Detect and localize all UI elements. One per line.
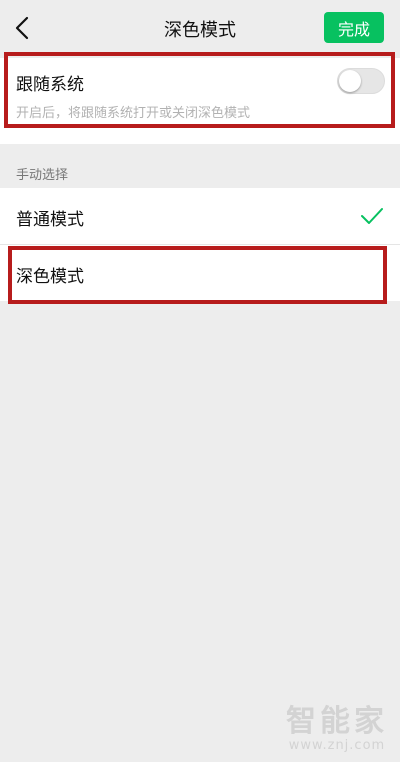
done-button[interactable]: 完成 (324, 12, 384, 43)
follow-system-toggle[interactable] (337, 68, 385, 94)
watermark-logo: 智能家 (286, 704, 388, 739)
option-dark-mode[interactable]: 深色模式 (0, 244, 400, 301)
back-button[interactable] (10, 14, 34, 42)
chevron-left-icon (15, 16, 29, 40)
mode-option-list: 普通模式 深色模式 (0, 188, 400, 301)
follow-system-card: 跟随系统 开启后，将跟随系统打开或关闭深色模式 (0, 58, 400, 144)
option-normal-mode[interactable]: 普通模式 (0, 188, 400, 244)
checkmark-icon (361, 208, 383, 224)
option-label: 普通模式 (16, 210, 84, 230)
toggle-knob (339, 70, 361, 92)
follow-system-description: 开启后，将跟随系统打开或关闭深色模式 (16, 106, 251, 121)
follow-system-title: 跟随系统 (16, 75, 84, 95)
watermark-url: www.znj.com (288, 738, 386, 753)
navigation-bar: 深色模式 完成 (0, 0, 400, 56)
section-label-manual: 手动选择 (16, 168, 69, 183)
option-label: 深色模式 (16, 267, 84, 287)
watermark: 智能家 www.znj.com (286, 696, 388, 753)
